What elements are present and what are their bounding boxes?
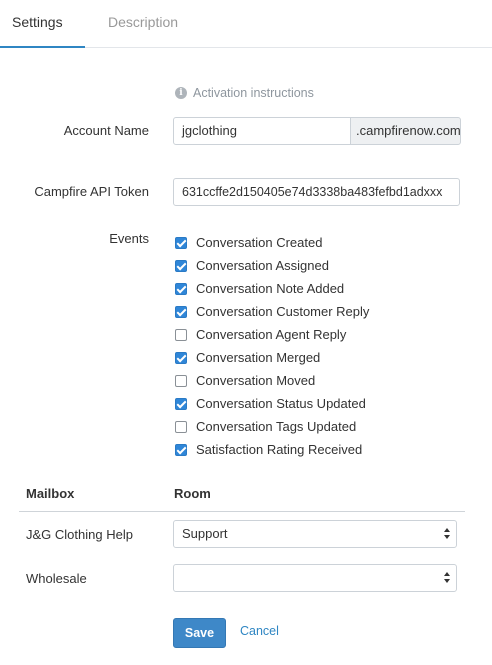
event-item[interactable]: Satisfaction Rating Received xyxy=(175,438,369,461)
event-label: Conversation Tags Updated xyxy=(196,419,357,434)
events-list: Conversation Created Conversation Assign… xyxy=(175,231,369,461)
room-column-header: Room xyxy=(174,486,211,501)
api-token-label: Campfire API Token xyxy=(34,184,149,199)
event-label: Satisfaction Rating Received xyxy=(196,442,363,457)
save-button[interactable]: Save xyxy=(173,618,226,648)
tab-bar: Settings Description xyxy=(0,0,492,48)
account-domain-suffix: .campfirenow.com xyxy=(350,117,461,145)
checkbox[interactable] xyxy=(175,236,187,249)
mailbox-name: Wholesale xyxy=(26,571,87,586)
mailbox-column-header: Mailbox xyxy=(26,486,75,501)
event-item[interactable]: Conversation Note Added xyxy=(175,277,369,300)
select-arrows-icon xyxy=(444,528,451,540)
account-name-label: Account Name xyxy=(63,123,149,138)
tab-settings[interactable]: Settings xyxy=(0,0,85,48)
mailbox-name: J&G Clothing Help xyxy=(26,527,133,542)
event-item[interactable]: Conversation Status Updated xyxy=(175,392,369,415)
event-item[interactable]: Conversation Agent Reply xyxy=(175,323,369,346)
event-label: Conversation Moved xyxy=(196,373,316,388)
checkbox[interactable] xyxy=(175,351,187,364)
checkbox[interactable] xyxy=(175,305,187,318)
checkbox[interactable] xyxy=(175,328,187,341)
room-select-value: Support xyxy=(182,526,228,541)
event-label: Conversation Status Updated xyxy=(196,396,366,411)
event-label: Conversation Agent Reply xyxy=(196,327,347,342)
activation-instructions-label: Activation instructions xyxy=(193,86,314,100)
account-name-input[interactable]: jgclothing xyxy=(173,117,351,145)
cancel-link[interactable]: Cancel xyxy=(240,624,279,638)
checkbox[interactable] xyxy=(175,420,187,433)
event-item[interactable]: Conversation Merged xyxy=(175,346,369,369)
event-label: Conversation Note Added xyxy=(196,281,345,296)
events-label: Events xyxy=(109,231,149,246)
checkbox[interactable] xyxy=(175,282,187,295)
checkbox[interactable] xyxy=(175,397,187,410)
event-item[interactable]: Conversation Assigned xyxy=(175,254,369,277)
event-label: Conversation Created xyxy=(196,235,323,250)
checkbox[interactable] xyxy=(175,443,187,456)
checkbox[interactable] xyxy=(175,259,187,272)
activation-instructions-link[interactable]: i Activation instructions xyxy=(175,86,314,100)
event-item[interactable]: Conversation Customer Reply xyxy=(175,300,369,323)
select-arrows-icon xyxy=(444,572,451,584)
event-label: Conversation Customer Reply xyxy=(196,304,370,319)
checkbox[interactable] xyxy=(175,374,187,387)
event-item[interactable]: Conversation Tags Updated xyxy=(175,415,369,438)
room-select[interactable] xyxy=(173,564,457,592)
divider xyxy=(19,511,465,512)
event-item[interactable]: Conversation Moved xyxy=(175,369,369,392)
event-item[interactable]: Conversation Created xyxy=(175,231,369,254)
api-token-input[interactable]: 631ccffe2d150405e74d3338ba483fefbd1adxxx xyxy=(173,178,460,206)
room-select[interactable]: Support xyxy=(173,520,457,548)
info-icon: i xyxy=(175,87,187,99)
event-label: Conversation Merged xyxy=(196,350,321,365)
event-label: Conversation Assigned xyxy=(196,258,329,273)
tab-description[interactable]: Description xyxy=(108,0,178,48)
